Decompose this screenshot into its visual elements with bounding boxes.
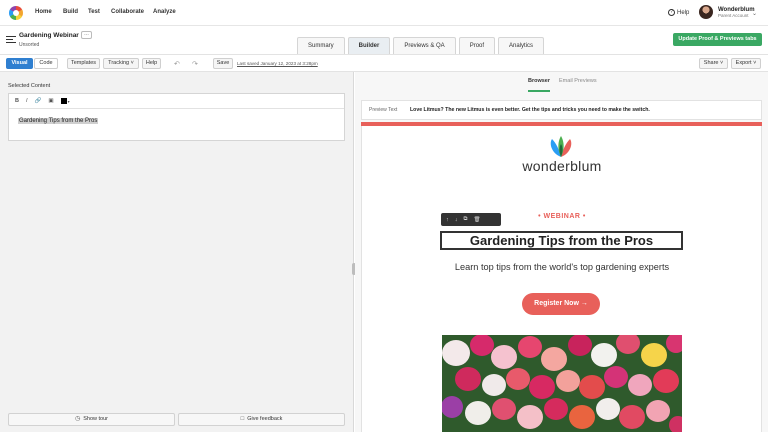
nav-build[interactable]: Build — [63, 9, 78, 15]
preview-text-label: Preview Text — [369, 107, 398, 113]
preview-tabs: Browser Email Previews — [528, 78, 597, 92]
bold-icon[interactable]: B — [15, 98, 19, 104]
trash-icon[interactable]: 🗑 — [473, 217, 480, 223]
show-tour-label: Show tour — [83, 416, 108, 422]
nav-home[interactable]: Home — [35, 9, 52, 15]
give-feedback-button[interactable]: □ Give feedback — [178, 413, 345, 426]
code-mode-button[interactable]: Code — [34, 58, 58, 69]
save-button[interactable]: Save — [213, 58, 233, 69]
tab-browser[interactable]: Browser — [528, 78, 551, 92]
menu-collapse-icon[interactable] — [6, 36, 16, 45]
duplicate-icon[interactable]: ⧉ — [464, 216, 468, 223]
block-toolbar: ↑ ↓ ⧉ 🗑 — [441, 213, 501, 226]
nav-test[interactable]: Test — [88, 9, 100, 15]
tab-summary[interactable]: Summary — [297, 37, 345, 54]
help-label: Help — [677, 9, 690, 16]
register-now-button[interactable]: Register Now → — [522, 293, 600, 315]
email-top-stripe — [361, 122, 762, 126]
selected-content-label: Selected Content — [8, 83, 51, 89]
share-dropdown[interactable]: Share ˅ — [699, 58, 728, 69]
preview-text-value: Love Litmus? The new Litmus is even bett… — [410, 107, 650, 113]
link-icon[interactable]: 🔗 — [35, 98, 42, 104]
email-headline[interactable]: Gardening Tips from the Pros — [440, 231, 683, 250]
image-icon[interactable]: ▣ — [48, 98, 53, 104]
account-type: Parent Account — [718, 13, 749, 18]
help-button[interactable]: Help — [142, 58, 161, 69]
color-dropdown-icon[interactable]: ▾ — [68, 99, 70, 104]
update-proof-button[interactable]: Update Proof & Previews tabs — [673, 33, 762, 46]
show-tour-button[interactable]: ◷ Show tour — [8, 413, 175, 426]
format-toolbar: B I 🔗 ▣ ▾ — [9, 94, 344, 109]
tab-analytics[interactable]: Analytics — [498, 37, 545, 54]
visual-mode-button[interactable]: Visual — [6, 58, 33, 69]
redo-icon[interactable]: ↷ — [192, 60, 198, 68]
chevron-down-icon[interactable]: ⌄ — [752, 10, 757, 17]
nav-analyze[interactable]: Analyze — [153, 9, 176, 15]
tab-email-previews[interactable]: Email Previews — [559, 78, 597, 92]
campaign-title[interactable]: Gardening Webinar — [19, 32, 79, 39]
litmus-logo[interactable] — [9, 6, 23, 20]
account-menu[interactable]: Wonderblum Parent Account — [718, 7, 755, 19]
tracking-dropdown[interactable]: Tracking ˅ — [103, 58, 139, 69]
help-link[interactable]: ? Help — [668, 9, 689, 16]
email-subhead[interactable]: Learn top tips from the world's top gard… — [442, 262, 682, 272]
give-feedback-label: Give feedback — [247, 416, 283, 422]
builder-tabs: Summary Builder Previews & QA Proof Anal… — [297, 37, 545, 54]
more-options-button[interactable]: … — [81, 31, 92, 39]
last-saved-link[interactable]: Last saved January 12, 2023 at 3:28pm — [237, 61, 318, 66]
nav-collaborate[interactable]: Collaborate — [111, 9, 144, 15]
export-dropdown[interactable]: Export ˅ — [731, 58, 761, 69]
editor-toolbar: Visual Code Templates Tracking ˅ Help ↶ … — [0, 54, 768, 72]
tulips-image[interactable] — [442, 335, 682, 432]
undo-icon[interactable]: ↶ — [174, 60, 180, 68]
top-nav: Home Build Test Collaborate Analyze ? He… — [0, 0, 768, 26]
clock-icon: ◷ — [74, 416, 81, 422]
text-color-swatch[interactable] — [60, 98, 67, 104]
italic-icon[interactable]: I — [26, 98, 28, 104]
tab-builder[interactable]: Builder — [347, 37, 391, 54]
brand-wordmark: wonderblum — [522, 158, 602, 174]
rich-text-editor[interactable]: B I 🔗 ▣ ▾ Gardening Tips from the Pros — [8, 93, 345, 141]
campaign-folder[interactable]: Unsorted — [19, 42, 39, 48]
editor-content[interactable]: Gardening Tips from the Pros — [18, 118, 99, 124]
arrow-down-icon[interactable]: ↓ — [455, 217, 458, 223]
help-icon: ? — [668, 9, 675, 16]
tab-proof[interactable]: Proof — [458, 37, 496, 54]
tab-previews-qa[interactable]: Previews & QA — [393, 37, 456, 54]
webinar-eyebrow[interactable]: • WEBINAR • — [520, 213, 604, 220]
avatar[interactable] — [699, 5, 713, 19]
chat-icon: □ — [240, 416, 245, 422]
wonderblum-logo-icon — [550, 136, 572, 157]
arrow-up-icon[interactable]: ↑ — [446, 217, 449, 223]
templates-button[interactable]: Templates — [67, 58, 100, 69]
